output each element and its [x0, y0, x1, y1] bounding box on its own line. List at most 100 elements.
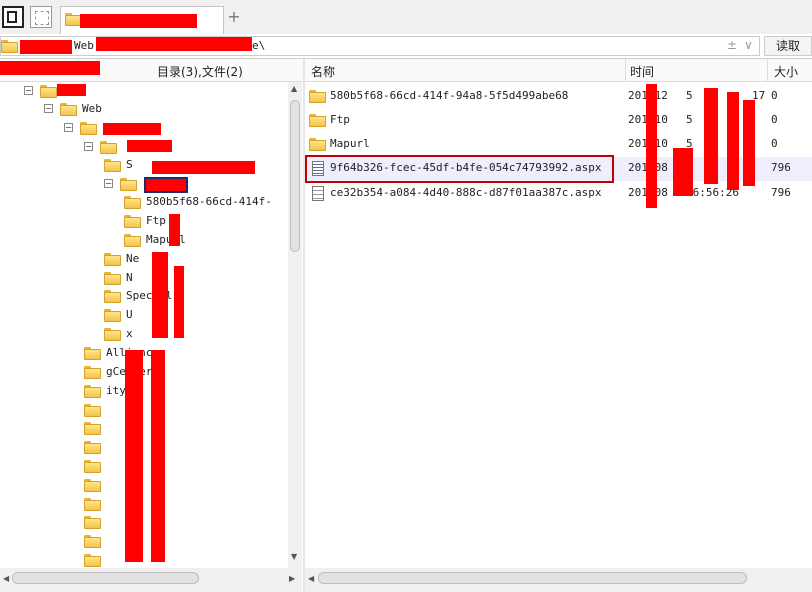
tree-item-label: Web	[82, 102, 102, 115]
tree-item-label: N	[126, 271, 133, 284]
file-size: 0	[771, 137, 778, 150]
list-horizontal-scrollbar[interactable]: ◀	[305, 568, 812, 592]
redaction-tree	[57, 84, 86, 96]
collapse-toggle-icon[interactable]: −	[24, 86, 33, 95]
tree-item-label: x	[126, 327, 133, 340]
folder-icon	[84, 366, 101, 379]
folder-icon	[84, 498, 101, 511]
add-tab-icon[interactable]: +	[226, 8, 242, 26]
tree-horizontal-thumb[interactable]	[12, 572, 199, 584]
folder-icon	[84, 441, 101, 454]
folder-icon	[124, 196, 141, 209]
redaction-tree	[125, 350, 143, 562]
tree-summary: 目录(3),文件(2)	[157, 65, 243, 79]
redaction-time	[727, 92, 739, 190]
tree-horizontal-scrollbar[interactable]: ◀ ▶	[0, 568, 302, 592]
tree-item-label: ity	[106, 384, 126, 397]
list-horizontal-thumb[interactable]	[318, 572, 747, 584]
folder-icon	[84, 347, 101, 360]
folder-icon	[120, 178, 137, 191]
folder-icon	[84, 554, 101, 567]
tab-page-icon[interactable]	[30, 6, 52, 28]
folder-icon	[104, 272, 121, 285]
folder-icon	[80, 122, 97, 135]
file-size: 796	[771, 186, 791, 199]
file-name: ce32b354-a084-4d40-888c-d87f01aa387c.asp…	[330, 186, 602, 199]
collapse-toggle-icon[interactable]: −	[44, 104, 53, 113]
panel-icon[interactable]	[2, 6, 24, 28]
folder-icon	[104, 328, 121, 341]
list-header	[305, 59, 812, 82]
folder-icon	[1, 40, 18, 53]
column-time[interactable]: 时间	[630, 63, 654, 80]
column-name[interactable]: 名称	[311, 63, 335, 80]
redaction-tree	[146, 179, 186, 191]
folder-icon	[84, 535, 101, 548]
file-size: 0	[771, 113, 778, 126]
tree-vertical-scrollbar[interactable]: ▲ ▼	[288, 82, 302, 568]
folder-icon	[124, 215, 141, 228]
folder-icon	[309, 138, 326, 151]
redaction-tree	[151, 350, 165, 562]
text-file-icon	[312, 186, 324, 201]
collapse-toggle-icon[interactable]: −	[84, 142, 93, 151]
redaction-tree-header	[0, 61, 100, 75]
redaction-time	[646, 84, 657, 208]
file-time-part: 5	[686, 113, 693, 126]
folder-icon	[104, 253, 121, 266]
redaction-path-a	[20, 40, 72, 54]
column-divider	[625, 59, 626, 81]
redaction-path-b	[96, 37, 252, 51]
collapse-toggle-icon[interactable]: −	[64, 123, 73, 132]
file-time-part: 201	[628, 89, 648, 102]
folder-icon	[60, 103, 77, 116]
folder-icon	[100, 141, 117, 154]
redaction-tree	[152, 252, 168, 338]
file-name: 580b5f68-66cd-414f-94a8-5f5d499abe68	[330, 89, 569, 102]
folder-icon	[84, 422, 101, 435]
folder-icon	[84, 479, 101, 492]
folder-icon	[84, 404, 101, 417]
folder-icon	[104, 290, 121, 303]
file-size: 796	[771, 161, 791, 174]
tree-item-label: 580b5f68-66cd-414f-	[146, 195, 272, 208]
redaction-tree	[127, 140, 172, 152]
tree-item-label: S	[126, 158, 133, 171]
chevron-down-icon[interactable]: ∨	[744, 38, 753, 52]
file-time-part: 201	[628, 186, 648, 199]
highlight-box	[305, 155, 614, 183]
redaction-time	[743, 100, 755, 186]
tree-item-label: Ne	[126, 252, 140, 265]
redaction-tree	[174, 266, 184, 338]
redaction-tab-title	[80, 14, 197, 28]
file-size: 0	[771, 89, 778, 102]
folder-icon	[40, 85, 57, 98]
folder-tree: − − Web − − S −580b5f68-66cd-414f- Ftp Mapurl Ne N…	[0, 82, 287, 568]
folder-icon	[84, 516, 101, 529]
path-segment-web: Web	[74, 39, 94, 52]
path-segment-end: e\	[252, 39, 266, 52]
folder-icon	[104, 309, 121, 322]
file-time-part: 201	[628, 161, 648, 174]
folder-icon	[104, 159, 121, 172]
column-size[interactable]: 大小	[774, 63, 798, 80]
folder-icon	[84, 385, 101, 398]
tree-vertical-thumb[interactable]	[290, 100, 300, 252]
tree-item-label: Ftp	[146, 214, 166, 227]
history-icon[interactable]: ±	[727, 38, 737, 52]
folder-icon	[124, 234, 141, 247]
redaction-time	[704, 88, 718, 184]
collapse-toggle-icon[interactable]: −	[104, 179, 113, 188]
redaction-tree	[103, 123, 161, 135]
read-button[interactable]: 读取	[764, 36, 812, 56]
file-name: Mapurl	[330, 137, 370, 150]
redaction-tree	[152, 161, 255, 174]
redaction-time	[673, 148, 693, 196]
column-divider	[767, 59, 768, 81]
redaction-tree	[169, 214, 180, 246]
file-time-part: 201	[628, 113, 648, 126]
file-time-part: 5	[686, 89, 693, 102]
folder-icon	[309, 90, 326, 103]
file-time-part: 201	[628, 137, 648, 150]
file-name: Ftp	[330, 113, 350, 126]
